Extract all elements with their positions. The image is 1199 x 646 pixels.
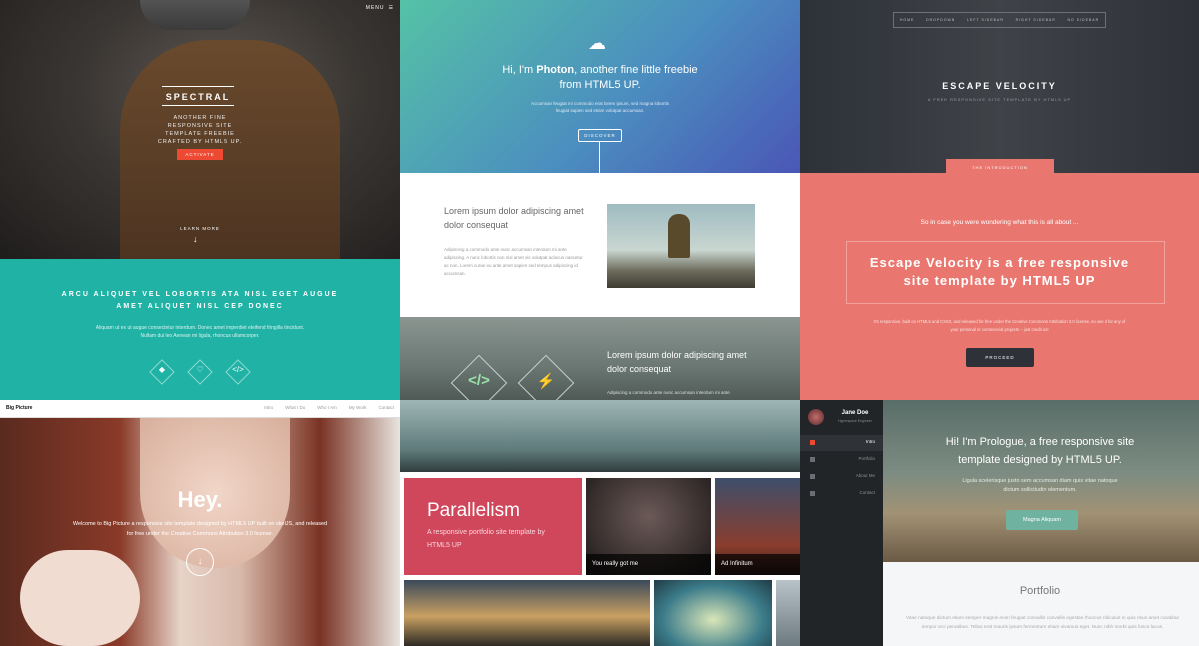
hey-heading: Hey.	[177, 487, 223, 512]
heart-icon[interactable]: ♡	[191, 365, 209, 374]
grid-icon	[810, 457, 815, 462]
hand-shape	[20, 550, 140, 646]
introduction-tab: THE INTRODUCTION	[946, 159, 1054, 176]
portfolio-title: Portfolio	[1019, 585, 1061, 597]
portfolio-tile[interactable]	[776, 580, 800, 646]
spectral-title: SPECTRAL	[162, 86, 234, 106]
section-heading: Lorem ipsum dolor adipiscing amet dolor …	[444, 206, 584, 230]
heading-bold: Photon	[536, 64, 575, 76]
profile-name: Jane Doe	[841, 410, 869, 416]
heading-part: Hi, I'm	[502, 64, 537, 76]
escape-nav: HOME DROPDOWN LEFT SIDEBAR RIGHT SIDEBAR…	[893, 12, 1106, 28]
photon-preview[interactable]: ☁ Hi, I'm Photon, another fine little fr…	[400, 0, 800, 400]
learn-more-link[interactable]: LEARN MORE	[170, 226, 230, 231]
escape-small-text: It's responsive, built on HTML5 and CSS3…	[873, 319, 1126, 332]
activate-button[interactable]: ACTIVATE	[177, 149, 223, 160]
nav-item[interactable]: DROPDOWN	[926, 18, 955, 22]
teal-text: Aliquam ut ex ut augue consectetur inter…	[95, 325, 305, 339]
nav-link[interactable]: My Work	[349, 405, 367, 410]
nav-item[interactable]: RIGHT SIDEBAR	[1016, 18, 1056, 22]
escape-title: ESCAPE VELOCITY	[942, 81, 1057, 91]
sidebar-item-about[interactable]: About Me	[800, 469, 883, 485]
nav-item[interactable]: HOME	[900, 18, 915, 22]
nav-item[interactable]: LEFT SIDEBAR	[967, 18, 1004, 22]
proceed-button[interactable]: PROCEED	[966, 348, 1034, 367]
sidebar-item-label: Contact	[859, 490, 875, 495]
parallelism-text: A responsive portfolio site template by …	[427, 529, 545, 549]
sidebar-item-label: About Me	[855, 473, 875, 478]
magna-aliquam-button[interactable]: Magna Aliquam	[1006, 510, 1078, 530]
teal-heading: ARCU ALIQUET VEL LOBORTIS ATA NISL EGET …	[61, 291, 339, 310]
sidebar-item-label: Intro	[865, 439, 875, 444]
bigpicture-brand[interactable]: Big Picture	[6, 405, 32, 411]
arrow-down-icon[interactable]: ↓	[193, 234, 198, 244]
nav-item[interactable]: NO SIDEBAR	[1068, 18, 1100, 22]
hat-shape	[140, 0, 250, 30]
prologue-hero-text: Ligula scelerisque justo sem accumsan di…	[962, 478, 1118, 493]
cloud-icon: ☁	[588, 33, 606, 53]
heading-part: , another fine little freebie from HTML5…	[559, 64, 698, 91]
section-text: Adipiscing a commodo ante nunc accumsan …	[444, 247, 583, 276]
profile-role: Hyperspace Engineer	[838, 419, 872, 423]
escape-velocity-preview[interactable]: HOME DROPDOWN LEFT SIDEBAR RIGHT SIDEBAR…	[800, 0, 1199, 400]
big-picture-preview[interactable]: Big Picture Intro What I Do Who I Am My …	[0, 400, 400, 646]
avatar	[808, 409, 824, 425]
spectral-subtitle: ANOTHER FINE RESPONSIVE SITE TEMPLATE FR…	[157, 115, 243, 145]
escape-tagline: A FREE RESPONSIVE SITE TEMPLATE BY HTML5…	[927, 97, 1072, 102]
menu-label: MENU	[365, 5, 385, 11]
tile-caption: Ad Infinitum	[715, 554, 800, 575]
home-icon	[810, 440, 815, 445]
mountain-text: Adipiscing a commodo ante nunc accumsan …	[607, 390, 730, 395]
hamburger-icon: ☰	[388, 5, 394, 11]
mountain-heading: Lorem ipsum dolor adipiscing amet dolor …	[607, 350, 747, 374]
portfolio-tile[interactable]: You really got me	[586, 478, 711, 575]
nav-link[interactable]: Who I Am	[317, 405, 337, 410]
wonder-text: So in case you were wondering what this …	[920, 219, 1079, 226]
photon-hero-text: Accumsan feugiat mi commodo erat lorem i…	[530, 101, 670, 113]
sidebar-item-portfolio[interactable]: Portfolio	[800, 452, 883, 468]
template-showcase-grid: MENU ☰ SPECTRAL ANOTHER FINE RESPONSIVE …	[0, 0, 1199, 646]
code-icon[interactable]: </>	[459, 372, 499, 389]
portfolio-tile[interactable]	[654, 580, 772, 646]
divider-line	[599, 142, 600, 173]
menu-button[interactable]: MENU ☰	[366, 5, 394, 11]
user-icon	[810, 474, 815, 479]
bolt-icon[interactable]: ⚡	[526, 372, 566, 390]
prologue-preview[interactable]: Jane Doe Hyperspace Engineer Intro Portf…	[800, 400, 1199, 646]
spectral-preview[interactable]: MENU ☰ SPECTRAL ANOTHER FINE RESPONSIVE …	[0, 0, 400, 400]
portfolio-tile[interactable]	[404, 580, 650, 646]
bigpicture-text: Welcome to Big Picture a responsive site…	[72, 521, 328, 537]
jacket-shape	[120, 40, 340, 280]
photon-heading: Hi, I'm Photon, another fine little free…	[500, 63, 700, 93]
parallelism-title: Parallelism	[427, 500, 520, 521]
tile-caption: You really got me	[586, 554, 711, 575]
sidebar-item-intro[interactable]: Intro	[800, 435, 883, 451]
nav-link[interactable]: What I Do	[285, 405, 305, 410]
diamond-icon[interactable]: ◆	[153, 365, 171, 374]
nav-link[interactable]: Intro	[264, 405, 273, 410]
scroll-down-icon[interactable]: ↓	[186, 548, 214, 576]
envelope-icon	[810, 491, 815, 496]
person-figure	[668, 214, 690, 258]
discover-button[interactable]: DISCOVER	[578, 129, 622, 142]
portfolio-tile[interactable]: Ad Infinitum	[715, 478, 800, 575]
nav-link[interactable]: Contact	[378, 405, 394, 410]
sidebar-item-contact[interactable]: Contact	[800, 486, 883, 502]
escape-headline: Escape Velocity is a free responsive sit…	[869, 255, 1130, 288]
code-icon[interactable]: </>	[229, 365, 247, 374]
sidebar-item-label: Portfolio	[858, 456, 875, 461]
parallelism-banner	[400, 400, 800, 472]
prologue-heading: Hi! I'm Prologue, a free responsive site…	[945, 436, 1135, 466]
bigpicture-links: Intro What I Do Who I Am My Work Contact	[264, 405, 394, 410]
portfolio-section	[883, 562, 1199, 646]
portfolio-text: Vitae natoque dictum etiam semper magnis…	[905, 616, 1180, 630]
parallelism-preview[interactable]: Parallelism A responsive portfolio site …	[400, 400, 800, 646]
